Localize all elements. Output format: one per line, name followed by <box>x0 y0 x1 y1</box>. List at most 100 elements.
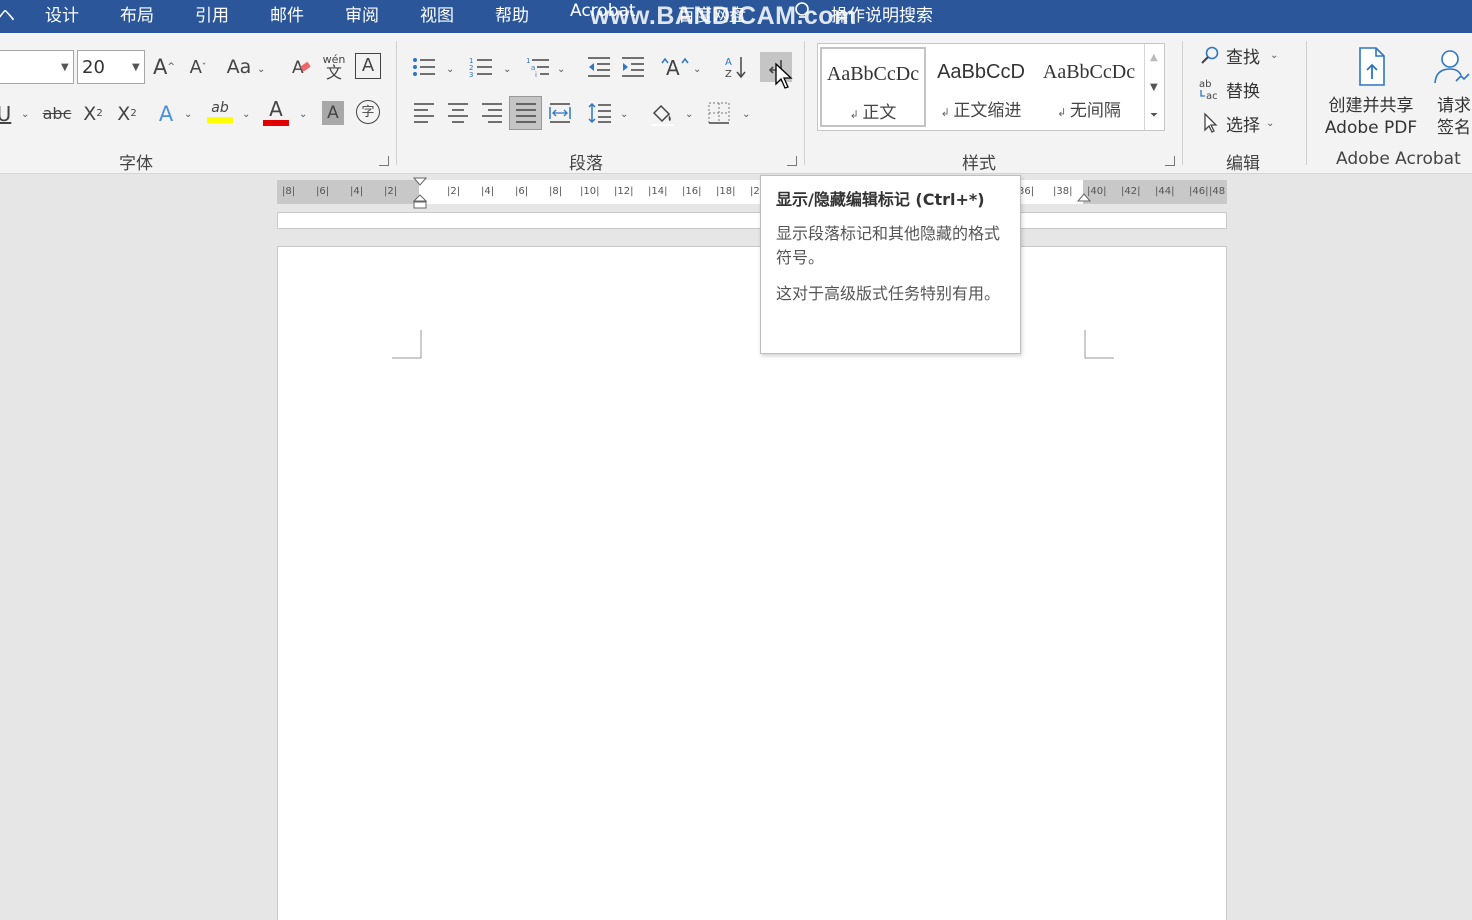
scroll-up-icon[interactable]: ▲ <box>1150 52 1158 63</box>
strikethrough-icon: abc <box>42 104 72 123</box>
multilevel-list-icon: 1ai <box>526 57 549 79</box>
clear-formatting-button[interactable]: A <box>289 53 315 81</box>
chevron-down-icon[interactable]: ⌄ <box>257 64 265 75</box>
multilevel-list-button[interactable]: 1ai <box>524 53 552 81</box>
distributed-button[interactable] <box>546 99 574 127</box>
subscript-mark: 2 <box>96 108 103 119</box>
request-sign-label-2: 签名 <box>1437 118 1471 138</box>
tab-review[interactable]: 审阅 <box>345 1 379 26</box>
chevron-down-icon[interactable]: ⌄ <box>620 109 628 120</box>
subscript-button[interactable]: X2 <box>80 100 106 128</box>
char-shading-icon: A <box>327 102 339 123</box>
menu-overflow-icon[interactable]: ヘ <box>0 1 15 26</box>
find-button[interactable]: 查找 ⌄ <box>1200 42 1278 68</box>
right-indent-marker-icon[interactable] <box>1077 192 1091 206</box>
align-right-button[interactable] <box>478 99 506 127</box>
create-share-pdf-button[interactable]: 创建并共享 Adobe PDF <box>1318 45 1424 141</box>
tab-design[interactable]: 设计 <box>45 1 79 26</box>
horizontal-ruler[interactable]: |8| |6| |4| |2| |2| |4| |6| |8| |10| |12… <box>277 177 1227 209</box>
previous-page-edge <box>277 212 1227 229</box>
text-effects-button[interactable]: A <box>154 100 178 128</box>
more-styles-icon[interactable]: ⏷ <box>1150 110 1158 121</box>
chinese-layout-button[interactable]: A <box>660 53 690 81</box>
shading-button[interactable] <box>647 99 677 129</box>
chevron-down-icon[interactable]: ⌄ <box>1266 118 1274 129</box>
character-shading-button[interactable]: A <box>322 101 344 125</box>
find-label: 查找 <box>1226 47 1260 68</box>
paragraph-dialog-launcher-icon[interactable] <box>787 156 797 166</box>
tooltip-title: 显示/隐藏编辑标记 (Ctrl+*) <box>776 190 985 209</box>
ruler-number: |16| <box>682 186 702 197</box>
create-pdf-label-2: Adobe PDF <box>1324 118 1418 138</box>
highlight-color-button[interactable]: ab <box>205 97 235 127</box>
style-item[interactable]: AaBbCcD ↲ 正文缩进 <box>928 47 1034 127</box>
increase-indent-icon <box>622 57 644 77</box>
font-size-combo[interactable]: 20 ▼ <box>77 50 145 84</box>
tab-mailings[interactable]: 邮件 <box>270 1 304 26</box>
chevron-down-icon[interactable]: ▼ <box>61 62 69 73</box>
chevron-down-icon[interactable]: ⌄ <box>503 64 511 75</box>
justify-button[interactable] <box>509 96 542 130</box>
tab-layout[interactable]: 布局 <box>120 1 154 26</box>
styles-scroll: ▲ ▼ ⏷ <box>1144 44 1164 130</box>
font-color-button[interactable]: A <box>262 97 290 127</box>
ruler-number: |12| <box>614 186 634 197</box>
change-case-button[interactable]: Aa <box>224 53 254 81</box>
enclose-characters-button[interactable]: 字 <box>356 100 380 124</box>
chevron-down-icon[interactable]: ⌄ <box>242 109 250 120</box>
styles-dialog-launcher-icon[interactable] <box>1165 156 1175 166</box>
chevron-down-icon[interactable]: ⌄ <box>299 109 307 120</box>
replace-button[interactable]: ab ac 替换 <box>1198 76 1260 102</box>
shrink-font-button[interactable]: Aˇ <box>186 55 210 81</box>
bullets-button[interactable] <box>410 53 438 81</box>
borders-button[interactable] <box>705 99 733 127</box>
character-border-button[interactable]: A <box>355 53 381 79</box>
numbering-button[interactable]: 123 <box>467 53 495 81</box>
tooltip-body-1: 显示段落标记和其他隐藏的格式符号。 <box>776 224 1001 267</box>
acrobat-group-label: Adobe Acrobat <box>1336 149 1461 169</box>
ruler-number: |18| <box>716 186 736 197</box>
editing-group-label: 编辑 <box>1226 154 1260 174</box>
chevron-down-icon[interactable]: ▼ <box>132 62 140 73</box>
scroll-down-icon[interactable]: ▼ <box>1150 82 1158 93</box>
align-left-button[interactable] <box>410 99 438 127</box>
tab-references[interactable]: 引用 <box>195 1 229 26</box>
underline-icon: U <box>0 102 12 126</box>
chevron-down-icon[interactable]: ⌄ <box>184 109 192 120</box>
line-spacing-button[interactable] <box>586 99 614 127</box>
char-border-icon: A <box>361 55 375 76</box>
align-center-button[interactable] <box>444 99 472 127</box>
grow-font-button[interactable]: A ^ <box>152 53 176 81</box>
increase-indent-button[interactable] <box>619 53 647 81</box>
svg-text:i: i <box>535 71 537 79</box>
strikethrough-button[interactable]: abc <box>42 100 72 128</box>
chevron-down-icon[interactable]: ⌄ <box>685 109 693 120</box>
decrease-indent-button[interactable] <box>585 53 613 81</box>
chevron-down-icon[interactable]: ⌄ <box>1270 50 1278 61</box>
select-button[interactable]: 选择 ⌄ <box>1202 110 1274 136</box>
font-dialog-launcher-icon[interactable] <box>379 156 389 166</box>
borders-icon <box>708 102 730 124</box>
chevron-down-icon[interactable]: ⌄ <box>557 64 565 75</box>
tab-view[interactable]: 视图 <box>420 1 454 26</box>
chevron-down-icon[interactable]: ⌄ <box>446 64 454 75</box>
ruler-number: |8| <box>549 186 563 197</box>
chevron-down-icon[interactable]: ⌄ <box>742 109 750 120</box>
tab-help[interactable]: 帮助 <box>495 1 529 26</box>
menu-bar: ヘ 设计 布局 引用 邮件 审阅 视图 帮助 Acrobat 百度网盘 操作说明… <box>0 0 1472 33</box>
indent-markers-icon[interactable] <box>413 177 427 211</box>
ruler-number: |6| <box>515 186 529 197</box>
phonetic-guide-button[interactable]: wén 文 <box>321 50 347 84</box>
document-page[interactable] <box>277 246 1227 920</box>
chevron-down-icon[interactable]: ⌄ <box>21 109 29 120</box>
tooltip-body-2: 这对于高级版式任务特别有用。 <box>776 284 1001 303</box>
style-item[interactable]: AaBbCcDc ↲ 正文 <box>820 47 926 127</box>
underline-button[interactable]: U <box>0 100 12 128</box>
chevron-down-icon[interactable]: ⌄ <box>693 64 701 75</box>
superscript-button[interactable]: X2 <box>114 100 140 128</box>
style-item[interactable]: AaBbCcDc ↲ 无间隔 <box>1036 47 1142 127</box>
style-preview: AaBbCcDc <box>826 63 920 85</box>
font-name-combo[interactable]: ▼ <box>0 50 74 84</box>
request-signatures-button[interactable]: 请求 签名 <box>1430 45 1472 141</box>
sort-button[interactable]: AZ <box>723 53 749 81</box>
